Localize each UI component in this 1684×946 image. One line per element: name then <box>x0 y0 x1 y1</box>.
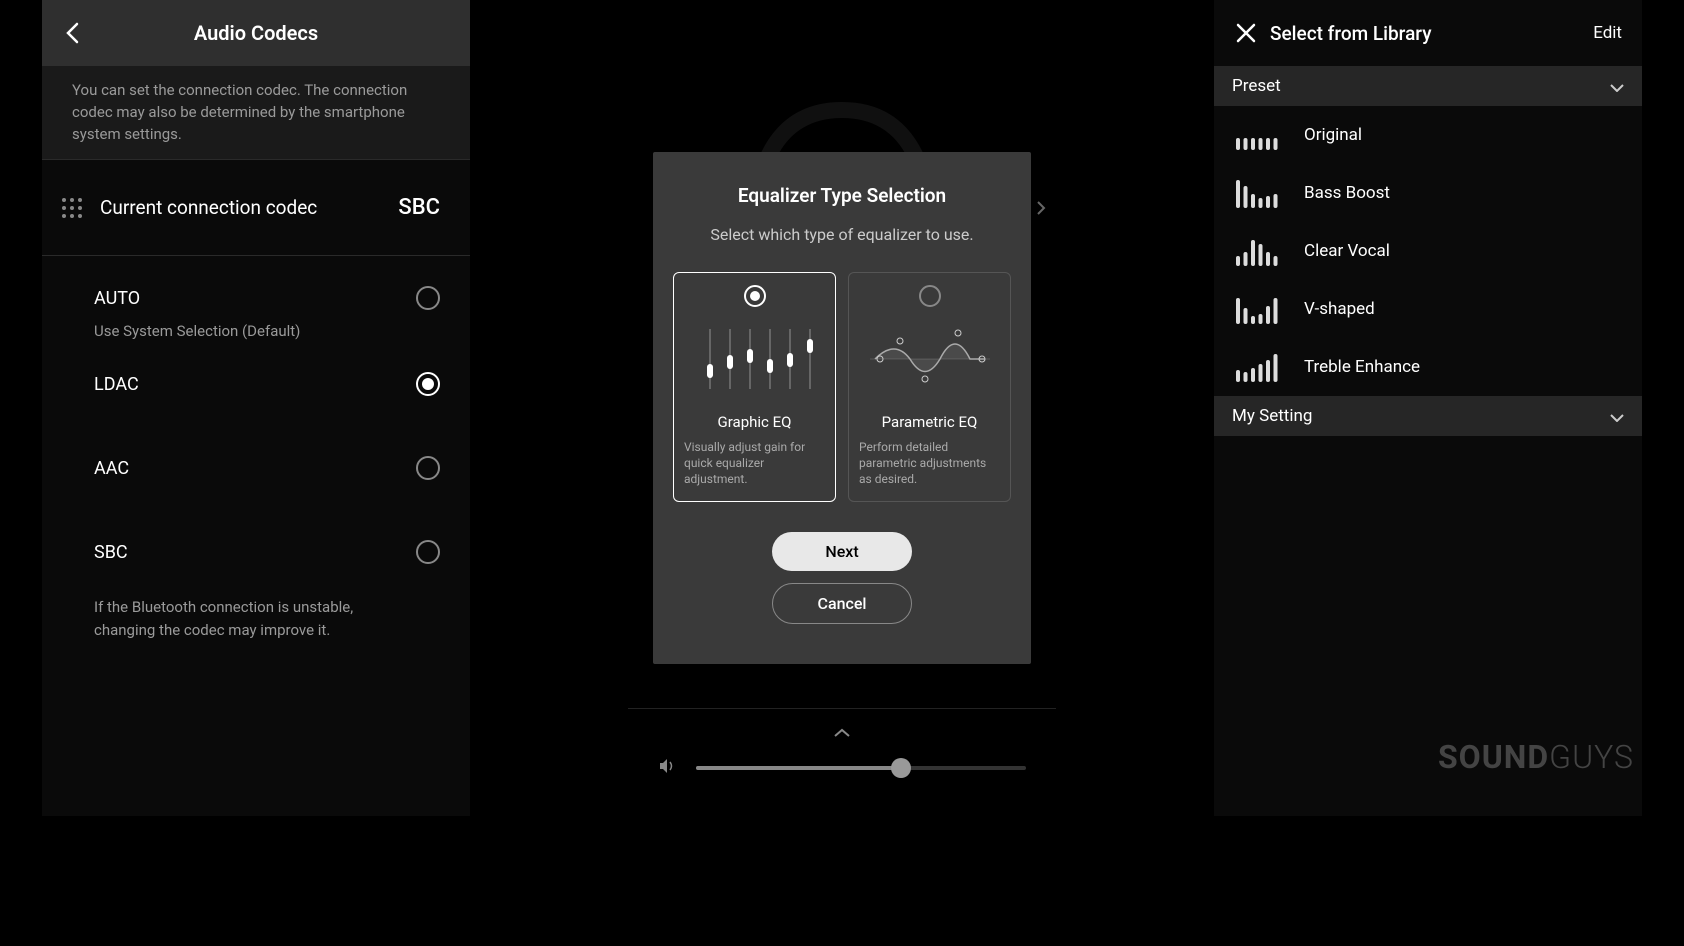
chevron-down-icon <box>1610 77 1624 96</box>
page-title: Audio Codecs <box>86 21 454 45</box>
preset-section-header[interactable]: Preset <box>1214 66 1642 106</box>
eq-bars-icon <box>1234 352 1280 382</box>
modal-title: Equalizer Type Selection <box>673 184 1011 207</box>
preset-label: Bass Boost <box>1304 183 1390 203</box>
grid-icon <box>60 196 84 220</box>
codec-list: AUTO Use System Selection (Default) LDAC… <box>42 256 470 663</box>
graphic-eq-icon <box>695 319 815 399</box>
eq-option-graphic[interactable]: Graphic EQ Visually adjust gain for quic… <box>673 272 836 503</box>
codec-option-sbc[interactable]: SBC <box>42 520 470 584</box>
slider-thumb[interactable] <box>891 758 911 778</box>
preset-label: Treble Enhance <box>1304 357 1420 377</box>
codec-option-auto[interactable]: AUTO <box>42 266 470 330</box>
page-title: Select from Library <box>1270 22 1593 45</box>
preset-item[interactable]: Treble Enhance <box>1214 338 1642 396</box>
radio-icon <box>744 285 766 307</box>
equalizer-screen: Equalizer Type Selection Select which ty… <box>628 0 1056 816</box>
eq-option-desc: Visually adjust gain for quick equalizer… <box>684 439 825 488</box>
preset-label: Clear Vocal <box>1304 241 1390 261</box>
radio-icon <box>416 540 440 564</box>
equalizer-type-modal: Equalizer Type Selection Select which ty… <box>653 152 1031 665</box>
parametric-eq-icon <box>870 319 990 399</box>
radio-icon <box>416 372 440 396</box>
current-codec-value: SBC <box>398 195 440 220</box>
codec-option-aac[interactable]: AAC <box>42 436 470 500</box>
current-codec-label: Current connection codec <box>100 196 398 219</box>
header: Select from Library Edit <box>1214 0 1642 66</box>
expand-up-icon[interactable] <box>658 719 1026 743</box>
eq-bars-icon <box>1234 236 1280 266</box>
preset-list: Original Bass Boost Clear Vocal V-shaped Tre… <box>1214 106 1642 396</box>
preset-item[interactable]: Bass Boost <box>1214 164 1642 222</box>
header: Audio Codecs <box>42 0 470 66</box>
eq-options: Graphic EQ Visually adjust gain for quic… <box>673 272 1011 503</box>
eq-option-desc: Perform detailed parametric adjustments … <box>859 439 1000 488</box>
modal-overlay: Equalizer Type Selection Select which ty… <box>628 0 1056 816</box>
chevron-down-icon <box>1610 407 1624 426</box>
library-screen: Select from Library Edit Preset Original… <box>1214 0 1642 816</box>
eq-bars-icon <box>1234 294 1280 324</box>
eq-option-name: Graphic EQ <box>718 413 792 431</box>
cancel-button[interactable]: Cancel <box>772 583 912 624</box>
eq-bars-icon <box>1234 120 1280 150</box>
modal-subtitle: Select which type of equalizer to use. <box>673 225 1011 244</box>
radio-icon <box>416 286 440 310</box>
codec-option-ldac[interactable]: LDAC <box>42 352 470 416</box>
edit-button[interactable]: Edit <box>1593 23 1622 43</box>
next-button[interactable]: Next <box>772 532 912 571</box>
footer-note: If the Bluetooth connection is unstable,… <box>42 584 470 653</box>
preset-item[interactable]: Original <box>1214 106 1642 164</box>
preset-label: V-shaped <box>1304 299 1375 319</box>
radio-icon <box>416 456 440 480</box>
eq-option-name: Parametric EQ <box>882 413 978 431</box>
radio-icon <box>919 285 941 307</box>
volume-row <box>658 757 1026 779</box>
preset-label: Original <box>1304 125 1362 145</box>
preset-item[interactable]: Clear Vocal <box>1214 222 1642 280</box>
volume-icon <box>658 757 676 779</box>
eq-bars-icon <box>1234 178 1280 208</box>
volume-slider[interactable] <box>696 766 1026 770</box>
back-icon[interactable] <box>58 19 86 47</box>
bottom-bar <box>628 708 1056 816</box>
description: You can set the connection codec. The co… <box>42 66 470 160</box>
close-icon[interactable] <box>1234 21 1258 45</box>
preset-item[interactable]: V-shaped <box>1214 280 1642 338</box>
audio-codecs-screen: Audio Codecs You can set the connection … <box>42 0 470 816</box>
codec-option-sub: Use System Selection (Default) <box>42 322 470 340</box>
eq-option-parametric[interactable]: Parametric EQ Perform detailed parametri… <box>848 272 1011 503</box>
current-codec-row: Current connection codec SBC <box>42 160 470 256</box>
my-setting-section-header[interactable]: My Setting <box>1214 396 1642 436</box>
watermark: SOUNDGUYS <box>1438 738 1634 776</box>
